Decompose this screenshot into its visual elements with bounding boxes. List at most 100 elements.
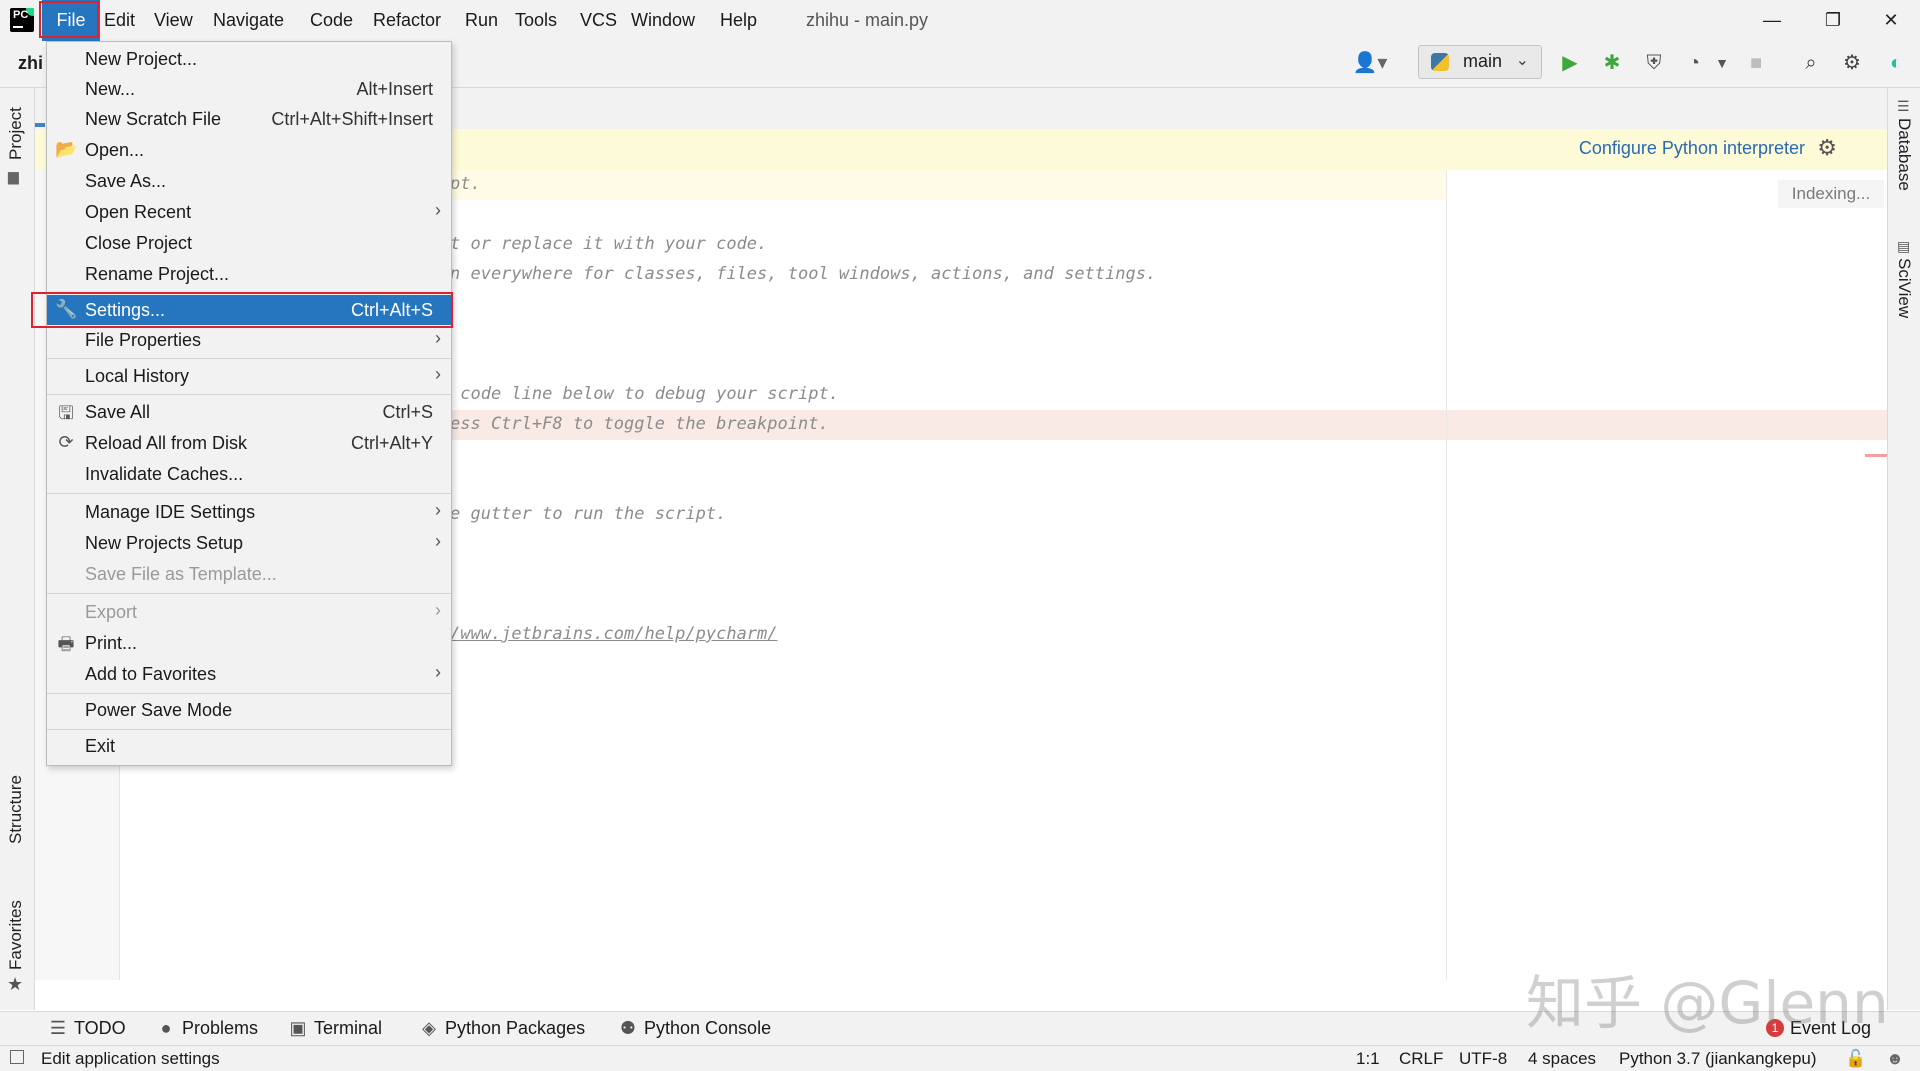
profile-icon[interactable]: ◔ bbox=[1680, 49, 1708, 77]
menu-item-add-to-favorites[interactable]: Add to Favorites › bbox=[47, 659, 451, 689]
menu-item-save-file-as-template: Save File as Template... bbox=[85, 564, 277, 584]
status-message: Edit application settings bbox=[41, 1049, 220, 1068]
menu-navigate[interactable]: Navigate bbox=[211, 0, 286, 41]
menu-item-new-scratch-file[interactable]: New Scratch File Ctrl+Alt+Shift+Insert bbox=[47, 104, 451, 134]
gear-icon[interactable]: ⚙ bbox=[1817, 135, 1837, 161]
python-icon bbox=[1431, 53, 1449, 71]
favorites-tool-tab[interactable]: Favorites bbox=[6, 900, 26, 970]
run-icon[interactable]: ▶ bbox=[1556, 49, 1584, 77]
menu-item-reload-all[interactable]: ⟳ Reload All from Disk Ctrl+Alt+Y bbox=[47, 428, 451, 458]
project-breadcrumb[interactable]: zhi bbox=[18, 53, 43, 74]
menu-separator bbox=[47, 593, 451, 594]
python-interpreter[interactable]: Python 3.7 (jiankangkepu) bbox=[1619, 1049, 1817, 1069]
restore-button[interactable]: ❐ bbox=[1818, 6, 1848, 34]
database-icon: ☰ bbox=[1897, 98, 1910, 114]
help-url-link[interactable]: /www.jetbrains.com/help/pycharm/ bbox=[450, 624, 778, 644]
problems-tool-button[interactable]: ● Problems bbox=[156, 1018, 258, 1039]
lock-icon[interactable]: 🔓 bbox=[1845, 1049, 1866, 1069]
menu-edit[interactable]: Edit bbox=[102, 0, 137, 41]
todo-tool-button[interactable]: ☰ TODO bbox=[48, 1018, 126, 1039]
info-circle-icon: ● bbox=[160, 1018, 172, 1038]
database-tool-tab[interactable]: Database bbox=[1894, 118, 1914, 191]
user-account-icon[interactable]: 👤▾ bbox=[1348, 49, 1392, 77]
terminal-tool-button[interactable]: ▣ Terminal bbox=[288, 1018, 382, 1039]
python-console-icon: ⚉ bbox=[619, 1018, 637, 1038]
code-line: n everywhere for classes, files, tool wi… bbox=[450, 264, 1157, 284]
gear-icon[interactable]: ⚙ bbox=[1838, 49, 1866, 77]
menu-item-power-save-mode[interactable]: Power Save Mode bbox=[47, 695, 451, 725]
menu-item-save-as[interactable]: Save As... bbox=[47, 166, 451, 196]
stop-icon[interactable]: ■ bbox=[1742, 49, 1770, 77]
menu-item-new-project[interactable]: New Project... bbox=[47, 44, 451, 74]
menu-view[interactable]: View bbox=[152, 0, 195, 41]
python-packages-tool-button[interactable]: ◈ Python Packages bbox=[419, 1018, 585, 1039]
caret-position[interactable]: 1:1 bbox=[1356, 1049, 1380, 1069]
menu-separator bbox=[47, 729, 451, 730]
project-tool-tab[interactable]: Project bbox=[6, 107, 26, 160]
chevron-right-icon: › bbox=[435, 200, 441, 220]
python-console-tool-button[interactable]: ⚉ Python Console bbox=[618, 1018, 771, 1039]
printer-icon: 🖶 bbox=[57, 634, 75, 654]
menu-item-file-properties[interactable]: File Properties › bbox=[47, 325, 451, 355]
menu-code[interactable]: Code bbox=[308, 0, 355, 41]
menu-help[interactable]: Help bbox=[718, 0, 759, 41]
window-title: zhihu - main.py bbox=[806, 10, 929, 30]
sciview-tool-tab[interactable]: SciView bbox=[1894, 258, 1914, 318]
structure-tool-tab[interactable]: Structure bbox=[6, 775, 26, 844]
menu-item-save-all[interactable]: 🖫 Save All Ctrl+S bbox=[47, 397, 451, 427]
toggle-tool-windows-icon[interactable] bbox=[10, 1050, 24, 1064]
chevron-right-icon: › bbox=[435, 662, 441, 682]
run-configuration-selector[interactable]: main ⌄ bbox=[1418, 45, 1542, 79]
minimize-button[interactable]: — bbox=[1757, 6, 1787, 34]
pycharm-logo-icon: PC bbox=[10, 8, 34, 32]
configure-interpreter-link[interactable]: Configure Python interpreter bbox=[1579, 138, 1805, 159]
indent-setting[interactable]: 4 spaces bbox=[1528, 1049, 1596, 1069]
chevron-down-icon: ⌄ bbox=[1515, 52, 1529, 69]
menu-separator bbox=[47, 358, 451, 359]
file-menu-highlight-box bbox=[39, 1, 99, 38]
file-menu-popup: New Project... New... Alt+Insert New Scr… bbox=[46, 41, 452, 766]
menu-separator bbox=[47, 693, 451, 694]
settings-highlight-box bbox=[31, 292, 453, 328]
right-margin-guide bbox=[1446, 170, 1447, 980]
file-encoding[interactable]: UTF-8 bbox=[1459, 1049, 1507, 1069]
menu-item-exit[interactable]: Exit bbox=[47, 731, 451, 761]
error-stripe-marker bbox=[1865, 454, 1887, 457]
menu-run[interactable]: Run bbox=[463, 0, 500, 41]
debug-icon[interactable]: ✱ bbox=[1598, 49, 1626, 77]
chevron-right-icon: › bbox=[435, 364, 441, 384]
menu-item-open-recent[interactable]: Open Recent › bbox=[47, 197, 451, 227]
close-button[interactable]: ✕ bbox=[1876, 6, 1906, 34]
menu-window[interactable]: Window bbox=[629, 0, 697, 41]
chevron-right-icon: › bbox=[435, 328, 441, 348]
notifications-icon[interactable]: ☻ bbox=[1886, 1049, 1904, 1069]
search-icon[interactable]: ⌕ bbox=[1797, 49, 1825, 77]
folder-open-icon: 📂 bbox=[55, 139, 78, 159]
menu-vcs[interactable]: VCS bbox=[578, 0, 619, 41]
menu-tools[interactable]: Tools bbox=[513, 0, 559, 41]
chevron-right-icon: › bbox=[435, 600, 441, 620]
menu-separator bbox=[47, 394, 451, 395]
floppy-disk-icon: 🖫 bbox=[58, 403, 74, 423]
menu-refactor[interactable]: Refactor bbox=[371, 0, 443, 41]
refresh-icon: ⟳ bbox=[58, 432, 74, 452]
line-separator[interactable]: CRLF bbox=[1399, 1049, 1443, 1069]
menu-item-manage-ide-settings[interactable]: Manage IDE Settings › bbox=[47, 497, 451, 527]
menu-item-new-projects-setup[interactable]: New Projects Setup › bbox=[47, 528, 451, 558]
menu-item-print[interactable]: 🖶 Print... bbox=[47, 628, 451, 658]
menu-item-close-project[interactable]: Close Project bbox=[47, 228, 451, 258]
code-line: code line below to debug your script. bbox=[450, 384, 839, 404]
menu-item-local-history[interactable]: Local History › bbox=[47, 361, 451, 391]
indexing-status: Indexing... bbox=[1778, 180, 1884, 208]
jetbrains-toolbox-icon[interactable]: ◐ bbox=[1882, 49, 1910, 77]
menu-item-open[interactable]: 📂 Open... bbox=[47, 135, 451, 165]
star-icon: ★ bbox=[7, 974, 24, 994]
menu-item-new[interactable]: New... Alt+Insert bbox=[47, 74, 451, 104]
menu-item-rename-project[interactable]: Rename Project... bbox=[47, 259, 451, 289]
more-run-options-icon[interactable]: ▼ bbox=[1708, 49, 1736, 77]
code-line: ess Ctrl+F8 to toggle the breakpoint. bbox=[450, 414, 829, 434]
menu-separator bbox=[47, 493, 451, 494]
menu-item-invalidate-caches[interactable]: Invalidate Caches... bbox=[47, 459, 451, 489]
zhihu-watermark: 知乎 @Glenn bbox=[1526, 969, 1889, 1037]
coverage-icon[interactable]: ⛨ bbox=[1640, 49, 1668, 77]
